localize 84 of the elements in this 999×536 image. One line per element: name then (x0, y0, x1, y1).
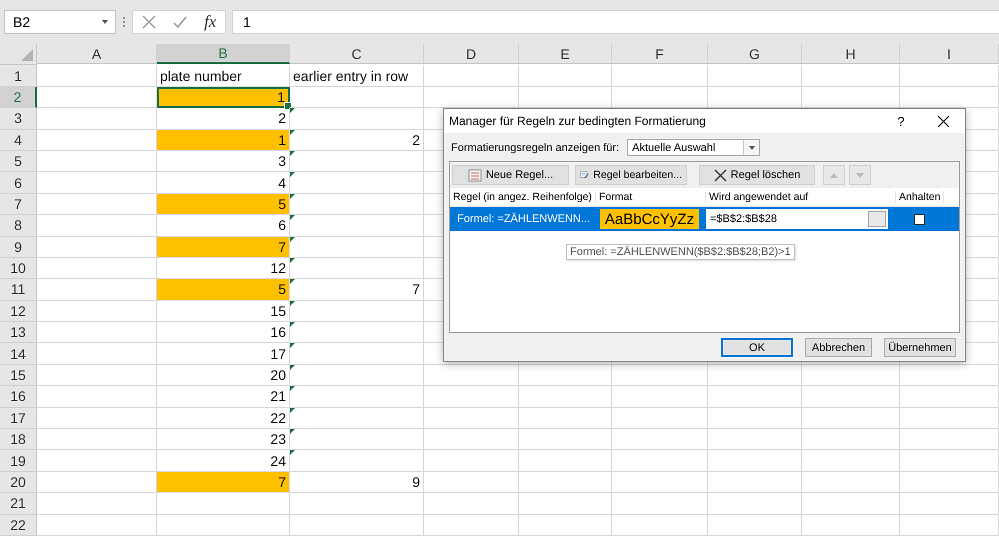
row-header[interactable]: 16 (0, 386, 37, 408)
table-cell: 20 (157, 364, 290, 386)
row-header[interactable]: 1 (0, 65, 37, 87)
row-header[interactable]: 21 (0, 493, 37, 515)
cancel-icon[interactable] (142, 15, 156, 29)
toolbar-button[interactable]: Neue Regel... (452, 165, 569, 185)
down-arrow-icon (856, 172, 864, 178)
column-header[interactable]: D (424, 44, 519, 64)
row-header[interactable]: 18 (0, 429, 37, 450)
dropdown-caret-icon[interactable] (748, 144, 756, 150)
table-cell: 1 (157, 130, 290, 151)
column-header[interactable]: H (802, 44, 900, 64)
row-header[interactable]: 15 (0, 364, 37, 386)
row-header[interactable]: 10 (0, 258, 37, 280)
row-header[interactable]: 2 (0, 86, 37, 108)
table-cell: earlier entry in row (290, 65, 424, 87)
select-all-icon[interactable] (21, 49, 33, 61)
table-cell: 1 (157, 86, 290, 108)
column-header: Regel (in angez. Reihenfolge) (450, 191, 596, 203)
table-cell: 7 (157, 236, 290, 258)
table-cell: 7 (157, 472, 290, 494)
close-icon (938, 116, 948, 126)
table-cell: 17 (157, 343, 290, 365)
table-cell: 7 (290, 279, 424, 301)
row-header[interactable]: 5 (0, 150, 37, 172)
tooltip: Formel: =ZÄHLENWENN($B$2:$B$28;B2)>1 (566, 244, 795, 260)
column-header[interactable]: I (900, 44, 999, 64)
rule-text: Formel: =ZÄHLENWENN... (456, 213, 591, 225)
range-field[interactable]: =$B$2:$B$28 (706, 209, 888, 229)
row-header[interactable]: 3 (0, 108, 37, 130)
dropdown-caret-icon[interactable] (101, 19, 109, 25)
toolbar-button[interactable]: Regel löschen (699, 165, 815, 185)
dialog-button[interactable]: OK (721, 338, 793, 357)
help-button[interactable]: ? (881, 114, 921, 128)
up-arrow-icon (830, 172, 838, 178)
checkbox[interactable] (914, 214, 925, 224)
rule-list-icon (468, 168, 482, 182)
range-picker-icon[interactable] (868, 211, 886, 227)
row-header[interactable]: 12 (0, 300, 37, 322)
table-cell: 9 (290, 472, 424, 494)
field-label: Formatierungsregeln anzeigen für: (451, 142, 620, 154)
dialog-button[interactable]: Übernehmen (884, 338, 956, 357)
row-header[interactable]: 14 (0, 343, 37, 365)
table-cell: 2 (290, 130, 424, 151)
column-header[interactable]: C (290, 44, 424, 64)
insert-function-button[interactable]: fx (204, 12, 216, 32)
row-header[interactable]: 19 (0, 450, 37, 472)
table-cell: 22 (157, 408, 290, 430)
table-cell: 3 (157, 150, 290, 172)
table-cell: 15 (157, 300, 290, 322)
row-header[interactable]: 20 (0, 472, 37, 494)
column-header[interactable]: E (519, 44, 612, 64)
column-header[interactable]: F (612, 44, 708, 64)
column-header: Anhalten (896, 191, 944, 203)
column-header[interactable]: A (37, 44, 157, 64)
check-icon[interactable] (172, 15, 187, 29)
table-cell: 5 (157, 194, 290, 216)
format-preview: AaBbCcYyZz (600, 209, 699, 229)
column-header: Wird angewendet auf (706, 191, 896, 203)
window-title: Manager für Regeln zur bedingten Formatierung (449, 114, 707, 128)
table-cell: 21 (157, 386, 290, 408)
row-header[interactable]: 11 (0, 279, 37, 301)
table-cell: 23 (157, 429, 290, 450)
row-header[interactable]: 22 (0, 514, 37, 536)
row-header[interactable]: 17 (0, 408, 37, 430)
row-header[interactable]: 8 (0, 215, 37, 237)
rule-row[interactable]: Formel: =ZÄHLENWENN... AaBbCcYyZz =$B$2:$B$28 (450, 207, 959, 231)
toolbar-button[interactable]: Regel bearbeiten... (575, 165, 687, 185)
column-header: Format (596, 191, 706, 203)
column-header[interactable]: G (708, 44, 802, 64)
formula-field[interactable]: 1 (232, 10, 999, 34)
row-header[interactable]: 4 (0, 130, 37, 151)
scope-dropdown[interactable]: Aktuelle Auswahl (627, 139, 760, 156)
delete-icon (714, 168, 727, 182)
grip-icon (122, 16, 126, 28)
dialog-button[interactable]: Abbrechen (805, 338, 872, 357)
row-header[interactable]: 7 (0, 194, 37, 216)
name-box[interactable]: B2 (4, 10, 116, 34)
table-cell: 16 (157, 322, 290, 344)
column-header[interactable]: B (157, 44, 290, 64)
table-cell: 5 (157, 279, 290, 301)
row-header[interactable]: 6 (0, 172, 37, 194)
row-header[interactable]: 13 (0, 322, 37, 344)
row-header[interactable]: 9 (0, 236, 37, 258)
